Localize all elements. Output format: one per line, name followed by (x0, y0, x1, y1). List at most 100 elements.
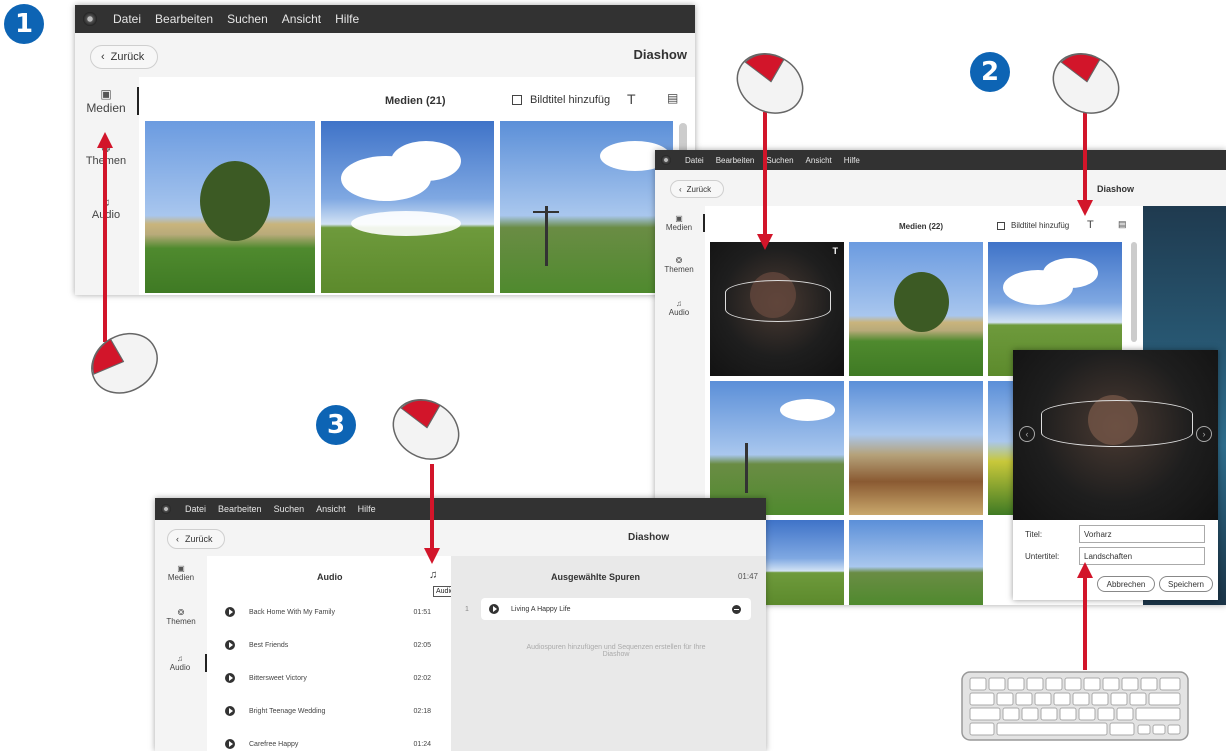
media-thumbnail[interactable] (500, 121, 673, 293)
caption-toggle[interactable]: Bildtitel hinzufüg (512, 94, 610, 106)
add-text-icon[interactable]: T (1087, 219, 1094, 231)
media-thumbnail[interactable] (849, 381, 983, 515)
menu-bearbeiten[interactable]: Bearbeiten (218, 504, 262, 514)
track-name: Bright Teenage Wedding (249, 707, 326, 715)
media-icon: ▣ (675, 214, 683, 223)
subtitle-field[interactable]: Landschaften (1079, 547, 1205, 565)
track-row[interactable]: Bright Teenage Wedding 02:18 (207, 701, 451, 721)
sidebar-item-audio[interactable]: ♫ Audio (655, 299, 703, 317)
menu-bearbeiten[interactable]: Bearbeiten (716, 156, 755, 165)
media-thumbnail[interactable] (849, 520, 983, 605)
chevron-left-icon: ‹ (176, 534, 179, 544)
checkbox-icon (512, 95, 522, 105)
caption-toggle-label: Bildtitel hinzufüg (530, 94, 611, 106)
checkbox-icon (997, 221, 1005, 230)
arrow-to-add-text (1083, 110, 1087, 202)
page-title: Diashow (1097, 184, 1135, 194)
media-thumbnail[interactable] (145, 121, 315, 293)
audio-list: Audio ♫ Audio hinzufügen Back Home With … (207, 556, 494, 751)
add-caption-icon[interactable]: ▤ (1118, 219, 1127, 230)
empty-hint: Audiospuren hinzufügen und Sequenzen ers… (526, 644, 706, 658)
menu-suchen[interactable]: Suchen (274, 504, 305, 514)
audio-icon: ♫ (177, 654, 183, 663)
caption-toggle[interactable]: Bildtitel hinzufüg (997, 221, 1069, 230)
chevron-left-icon[interactable]: ‹ (1019, 426, 1035, 442)
track-row[interactable]: Carefree Happy 01:24 (207, 734, 451, 751)
sidebar-item-medien[interactable]: ▣ Medien (75, 87, 139, 115)
track-name: Bittersweet Victory (249, 674, 307, 682)
scrollbar[interactable] (1131, 242, 1137, 342)
media-thumbnail[interactable] (321, 121, 494, 293)
menu-datei[interactable]: Datei (685, 156, 704, 165)
add-audio-icon[interactable]: ♫ (429, 569, 437, 581)
title-field[interactable]: Vorharz (1079, 525, 1205, 543)
chevron-left-icon: ‹ (101, 51, 105, 63)
step-badge-2: 2 (970, 52, 1010, 92)
play-icon[interactable] (225, 673, 235, 683)
mouse-icon (736, 53, 804, 114)
selected-tracks-duration: 01:47 (737, 572, 758, 581)
menu-datei[interactable]: Datei (185, 504, 206, 514)
sidebar-item-themen[interactable]: ❂ Themen (155, 608, 207, 626)
track-name: Carefree Happy (249, 740, 299, 748)
track-row[interactable]: Back Home With My Family 01:51 (207, 602, 451, 622)
menu-hilfe[interactable]: Hilfe (335, 12, 359, 26)
app-logo-icon (661, 155, 671, 165)
track-row[interactable]: Bittersweet Victory 02:02 (207, 668, 451, 688)
menu-suchen[interactable]: Suchen (766, 156, 793, 165)
play-icon[interactable] (225, 607, 235, 617)
sidebar-item-medien[interactable]: ▣ Medien (155, 564, 207, 582)
sidebar-item-medien[interactable]: ▣ Medien (655, 214, 705, 232)
menu-hilfe[interactable]: Hilfe (844, 156, 860, 165)
menu-suchen[interactable]: Suchen (227, 12, 268, 26)
sidebar-label-medien: Medien (665, 223, 693, 232)
menu-ansicht[interactable]: Ansicht (316, 504, 346, 514)
mouse-icon (392, 399, 460, 460)
chevron-right-icon[interactable]: › (1196, 426, 1212, 442)
media-icon: ▣ (100, 87, 112, 101)
sidebar-label-themen: Themen (664, 265, 694, 274)
page-title: Diashow (633, 47, 687, 62)
cancel-button[interactable]: Abbrechen (1097, 576, 1155, 592)
menu-ansicht[interactable]: Ansicht (806, 156, 832, 165)
media-section-title: Medien (22) (899, 222, 944, 231)
keyboard-icon (961, 671, 1189, 741)
double-click-badge: 2x (732, 54, 744, 65)
play-icon[interactable] (225, 739, 235, 749)
remove-icon[interactable] (732, 604, 741, 614)
title-card-thumbnail[interactable]: T (710, 242, 844, 376)
play-icon[interactable] (225, 706, 235, 716)
play-icon[interactable] (489, 604, 499, 614)
back-label: Zurück (686, 184, 712, 194)
selected-tracks-panel: Ausgewählte Spuren 01:47 1 Living A Happ… (451, 556, 766, 751)
save-button[interactable]: Speichern (1159, 576, 1213, 592)
back-button[interactable]: ‹ Zurück (167, 529, 225, 549)
sidebar-item-audio[interactable]: ♫ Audio (155, 654, 207, 672)
back-button[interactable]: ‹ Zurück (670, 180, 724, 198)
sidebar-item-themen[interactable]: ❂ Themen (655, 256, 703, 274)
back-button[interactable]: ‹ Zurück (90, 45, 158, 69)
add-text-icon[interactable]: T (627, 91, 636, 107)
menu-ansicht[interactable]: Ansicht (282, 12, 321, 26)
chevron-left-icon: ‹ (679, 184, 682, 194)
arrow-head (1077, 562, 1093, 578)
track-row[interactable]: Best Friends 02:05 (207, 635, 451, 655)
back-label: Zurück (185, 534, 213, 544)
menu-hilfe[interactable]: Hilfe (358, 504, 376, 514)
media-thumbnail[interactable] (849, 242, 983, 376)
track-name: Back Home With My Family (249, 608, 335, 616)
menu-bearbeiten[interactable]: Bearbeiten (155, 12, 213, 26)
audio-icon: ♫ (676, 299, 682, 308)
play-icon[interactable] (225, 640, 235, 650)
selected-track-row[interactable]: Living A Happy Life (481, 598, 751, 620)
caption-toggle-label: Bildtitel hinzufüg (1011, 221, 1070, 230)
media-thumbnail[interactable] (710, 381, 844, 515)
mouse-icon (91, 332, 158, 394)
step-badge-1: 1 (4, 4, 44, 44)
add-caption-icon[interactable]: ▤ (667, 91, 678, 105)
app-logo-icon (83, 12, 97, 26)
menu-datei[interactable]: Datei (113, 12, 141, 26)
mouse-icon (1052, 53, 1120, 114)
app-logo-icon (161, 504, 171, 514)
text-icon: T (832, 246, 839, 256)
